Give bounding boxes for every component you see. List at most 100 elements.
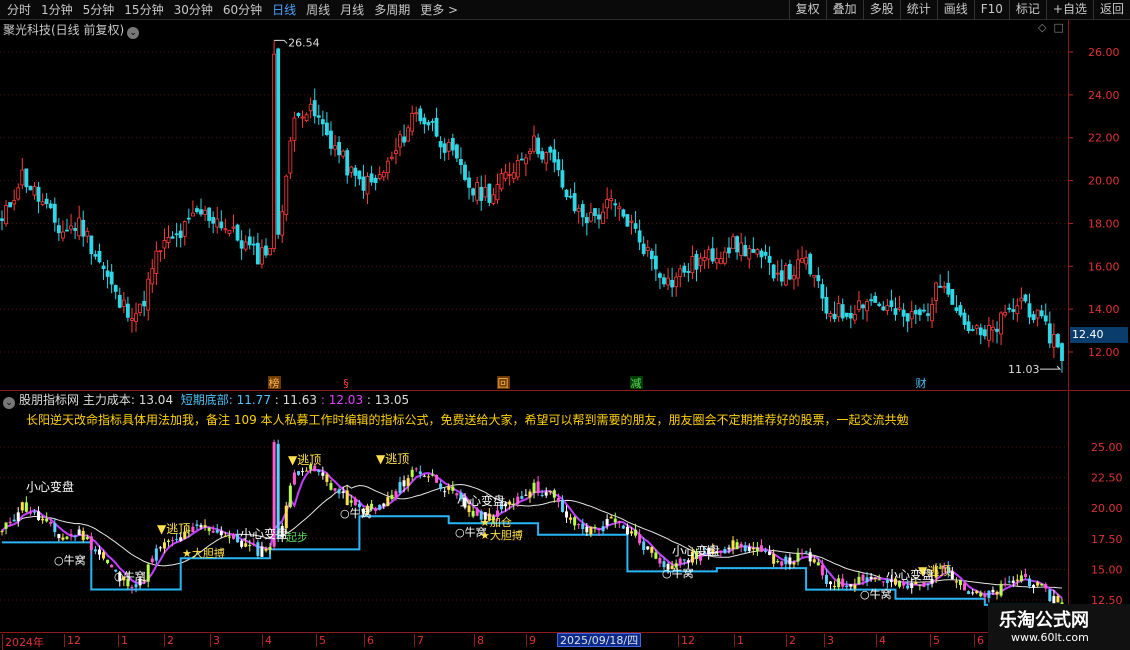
- candle-body: [828, 313, 833, 317]
- candle-body: [276, 48, 281, 235]
- candle-body: [995, 328, 999, 332]
- chevron-down-icon[interactable]: ⌄: [3, 397, 15, 409]
- candle-body: [16, 187, 21, 200]
- indicator-candle-body: [191, 526, 195, 533]
- candle-body: [1031, 314, 1036, 321]
- indicator-candle-body: [24, 502, 28, 512]
- indicator-candle-body: [451, 486, 455, 491]
- candle-body: [467, 177, 471, 188]
- candle-body: [832, 313, 837, 320]
- candle-body: [450, 138, 455, 151]
- indicator-candle-body: [406, 478, 410, 486]
- indicator-value-4: 13.05: [374, 393, 410, 407]
- candle-body: [816, 275, 821, 282]
- indicator-candle-body: [865, 577, 869, 582]
- indicator-candle-body: [532, 482, 536, 493]
- candle-body: [471, 188, 476, 196]
- indicator-candle-body: [634, 529, 638, 536]
- candle-body: [958, 305, 963, 316]
- candle-body: [329, 130, 333, 149]
- candle-body: [986, 324, 991, 341]
- candle-body: [146, 278, 151, 311]
- candle-body: [174, 233, 179, 236]
- candle-body: [1039, 310, 1044, 317]
- candle-body: [4, 205, 8, 225]
- candle-body: [288, 140, 293, 174]
- candle-body: [848, 312, 853, 319]
- indicator-candle-body: [4, 522, 8, 529]
- indicator-candle-body: [325, 474, 329, 482]
- chart-canvas[interactable]: 26.5411.03小心变盘▼逃顶 ▼逃顶▼逃顶▼逃顶○牛窝○牛窝○牛窝○牛窝○牛…: [0, 0, 1130, 650]
- candle-body: [227, 229, 232, 234]
- high-price-label: 26.54: [288, 36, 320, 49]
- candle-body: [260, 247, 264, 265]
- indicator-candle-body: [560, 500, 564, 512]
- indicator-title[interactable]: ⌄ 股朋指标网 主力成本: 13.04 短期底部: 11.77 : 11.63 :…: [3, 391, 409, 409]
- candle-body: [28, 185, 33, 191]
- candle-body: [48, 203, 53, 209]
- indicator-candle-body: [678, 558, 682, 564]
- indicator-candle-body: [857, 576, 861, 584]
- candle-body: [357, 170, 362, 180]
- indicator-candle-body: [958, 580, 962, 586]
- candle-body: [434, 117, 439, 137]
- candle-body: [759, 250, 764, 258]
- date-axis[interactable]: 2024年 12 1 2 3 4 5 6 7 8 9 12 1 2 3 4 5 6: [0, 632, 1068, 650]
- candle-body: [292, 117, 297, 141]
- candle-body: [398, 134, 402, 148]
- candle-body: [231, 226, 236, 229]
- indicator-candle-body: [305, 470, 309, 472]
- candle-body: [349, 166, 354, 173]
- indicator-candle-body: [963, 583, 967, 591]
- date-tick: 1: [734, 634, 744, 647]
- candle-body: [406, 127, 411, 142]
- indicator-candle-body: [329, 482, 333, 490]
- indicator-candle-body: [995, 591, 999, 595]
- candle-body: [662, 277, 666, 285]
- indicator-candle-body: [577, 524, 581, 526]
- candle-body: [1007, 307, 1012, 310]
- candle-body: [861, 304, 865, 309]
- candle-body: [499, 173, 504, 190]
- indicator-candle-body: [837, 578, 841, 588]
- indicator-value-2: 11.63: [282, 393, 318, 407]
- candle-body: [999, 312, 1003, 335]
- candle-body: [694, 253, 699, 270]
- indicator-candle-body: [171, 540, 175, 542]
- candle-body: [690, 256, 695, 274]
- indicator-candle-body: [520, 496, 524, 499]
- candle-body: [1043, 315, 1048, 322]
- price-axis[interactable]: [1068, 20, 1130, 632]
- candle-body: [873, 295, 878, 303]
- watermark-url: www.60lt.com: [1011, 631, 1089, 644]
- indicator-candle-body: [207, 527, 211, 532]
- date-tick: 2: [786, 634, 796, 647]
- indicator-candle-body: [1052, 596, 1056, 604]
- indicator-candle-body: [597, 529, 601, 531]
- indicator-candle-body: [268, 547, 272, 550]
- indicator-candle-body: [723, 549, 727, 554]
- candle-body: [150, 268, 155, 285]
- candle-body: [296, 113, 301, 117]
- indicator-candle-body: [1007, 581, 1011, 583]
- indicator-candle-body: [162, 542, 166, 549]
- candle-body: [101, 265, 106, 269]
- indicator-note: 长阳逆天改命指标具体用法加我，备注 109 本人私募工作时编辑的指标公式，免费送…: [26, 413, 909, 427]
- indicator-candle-body: [203, 525, 207, 528]
- candle-body: [272, 53, 277, 249]
- indicator-candle-body: [625, 526, 629, 535]
- candle-body: [751, 248, 756, 253]
- candle-body: [580, 204, 585, 218]
- indicator-candle-body: [877, 579, 881, 581]
- indicator-candle-body: [244, 543, 248, 547]
- indicator-candle-body: [650, 546, 654, 553]
- candle-body: [528, 150, 532, 154]
- candle-body: [418, 108, 423, 122]
- candle-body: [247, 236, 252, 246]
- indicator-candle-body: [516, 496, 520, 504]
- indicator-candle-body: [589, 526, 593, 535]
- indicator-candle-body: [954, 581, 958, 583]
- indicator-candle-body: [792, 562, 796, 565]
- candle-body: [686, 271, 691, 273]
- indicator-candle-body: [833, 585, 837, 588]
